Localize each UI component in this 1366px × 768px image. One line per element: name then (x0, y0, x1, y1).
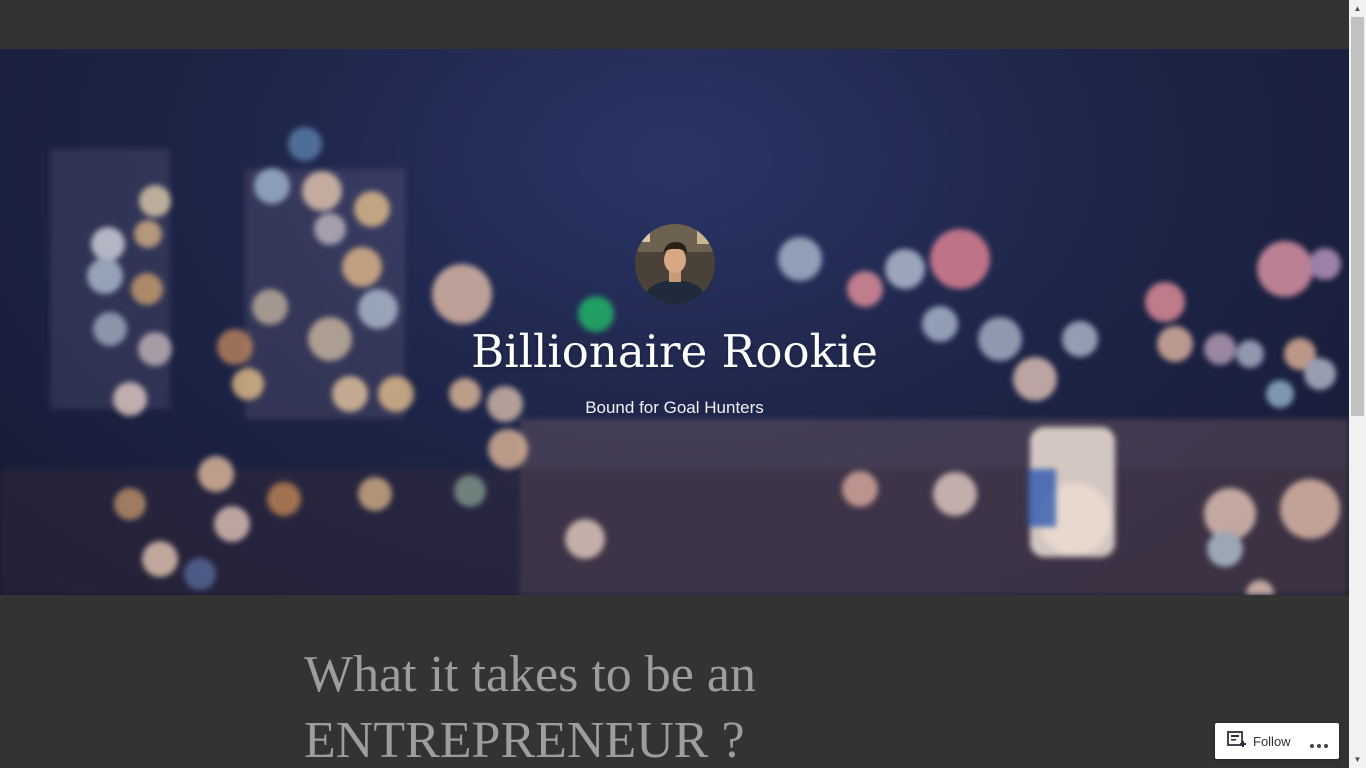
site-tagline: Bound for Goal Hunters (585, 398, 764, 417)
hero-content: Billionaire Rookie Bound for Goal Hunter… (0, 49, 1349, 595)
ellipsis-icon (1310, 744, 1328, 748)
scroll-down-arrow-icon[interactable]: ▼ (1349, 751, 1366, 768)
post-title[interactable]: What it takes to be an ENTREPRENEUR ? (304, 642, 944, 768)
scrollbar-thumb[interactable] (1351, 17, 1364, 416)
vertical-scrollbar[interactable]: ▲ ▼ (1349, 0, 1366, 768)
header-hero: Billionaire Rookie Bound for Goal Hunter… (0, 49, 1349, 595)
top-bar (0, 0, 1349, 49)
site-title[interactable]: Billionaire Rookie (0, 325, 1349, 379)
profile-photo-icon (635, 224, 715, 304)
reader-follow-icon (1227, 731, 1246, 747)
scroll-up-arrow-icon[interactable]: ▲ (1349, 0, 1366, 17)
page: Billionaire Rookie Bound for Goal Hunter… (0, 0, 1349, 768)
follow-button[interactable]: Follow (1227, 731, 1291, 751)
more-options-button[interactable] (1309, 737, 1329, 748)
site-avatar[interactable] (635, 224, 715, 304)
follow-label: Follow (1253, 733, 1291, 749)
follow-widget: Follow (1215, 723, 1339, 759)
